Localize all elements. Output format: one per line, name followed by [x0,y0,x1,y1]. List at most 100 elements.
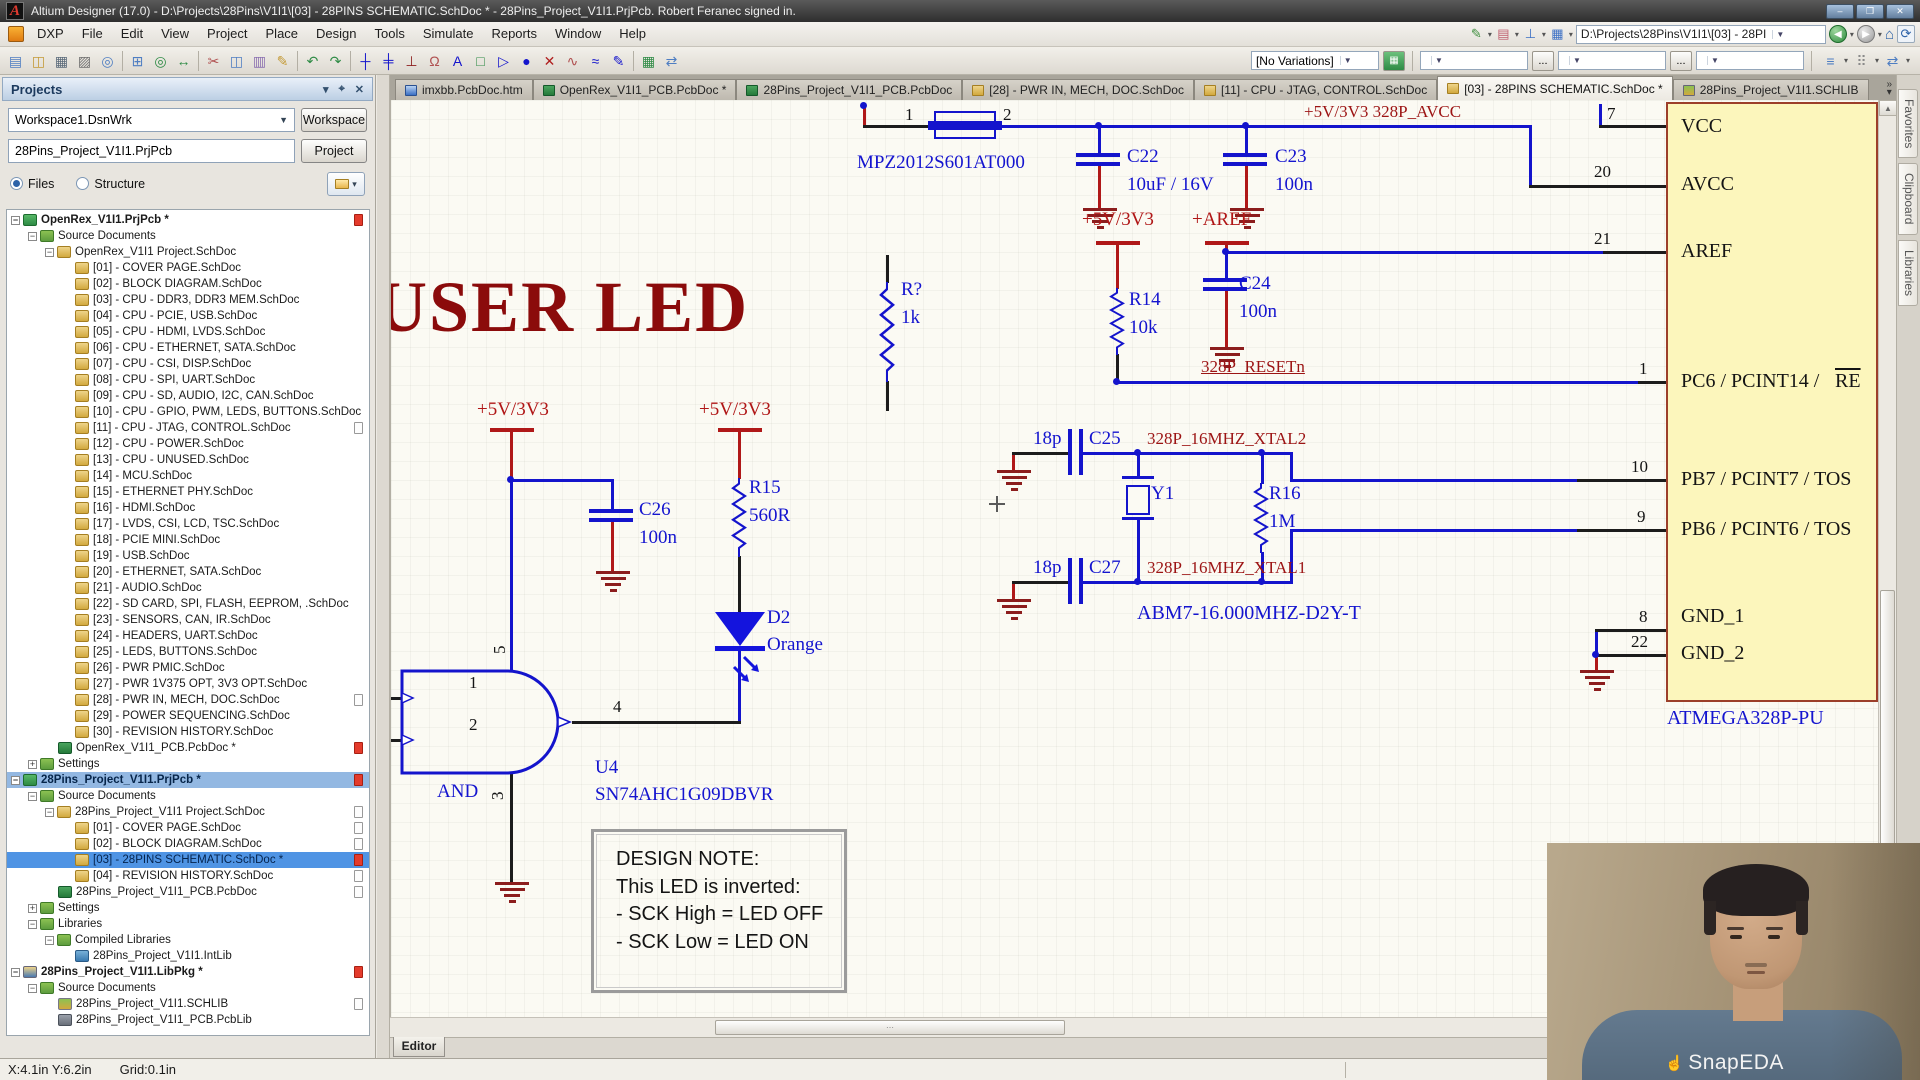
signal-icon[interactable]: ∿ [561,50,584,72]
collapse-icon[interactable]: − [45,808,54,817]
side-tab-clipboard[interactable]: Clipboard [1898,163,1918,234]
dxp-icon[interactable] [8,26,24,42]
doc-tab[interactable]: [28] - PWR IN, MECH, DOC.SchDoc [962,79,1194,100]
tree-item[interactable]: −Source Documents [7,228,369,244]
scope-combo-2[interactable]: ▼ [1558,51,1666,70]
tree-item[interactable]: [12] - CPU - POWER.SchDoc [7,436,369,452]
snap-grid-icon[interactable]: ⠿ [1850,50,1873,72]
menu-view[interactable]: View [152,22,198,46]
redo-icon[interactable]: ↷ [324,50,347,72]
chevron-down-icon[interactable]: ▾ [1906,56,1910,65]
tree-item[interactable]: [19] - USB.SchDoc [7,548,369,564]
tree-item[interactable]: [28] - PWR IN, MECH, DOC.SchDoc [7,692,369,708]
tree-item[interactable]: [02] - BLOCK DIAGRAM.SchDoc [7,836,369,852]
panel-splitter[interactable] [377,75,390,1058]
tree-item[interactable]: [14] - MCU.SchDoc [7,468,369,484]
junction-icon[interactable]: ● [515,50,538,72]
browse-button-2[interactable]: ... [1670,51,1692,71]
chevron-down-icon[interactable]: ▾ [1515,30,1519,39]
copy-icon[interactable]: ◫ [225,50,248,72]
no-erc-icon[interactable]: ✕ [538,50,561,72]
side-tab-libraries[interactable]: Libraries [1898,240,1918,306]
back-dropdown-icon[interactable]: ▾ [1850,30,1854,39]
tree-item[interactable]: −Compiled Libraries [7,932,369,948]
tree-item[interactable]: +Settings [7,756,369,772]
panel-menu-icon[interactable]: ▾ [323,83,329,96]
pin-icon[interactable]: ⌖ [339,83,345,96]
print-icon[interactable]: ▨ [73,50,96,72]
tree-item[interactable]: [20] - ETHERNET, SATA.SchDoc [7,564,369,580]
resistor-r16-symbol[interactable] [1253,483,1269,553]
forward-dropdown-icon[interactable]: ▾ [1878,30,1882,39]
browse-button-1[interactable]: ... [1532,51,1554,71]
maximize-button[interactable]: ❐ [1856,4,1884,19]
auto-wire-icon[interactable]: ≈ [584,50,607,72]
tree-item[interactable]: 28Pins_Project_V1I1.IntLib [7,948,369,964]
workspace-combo[interactable]: Workspace1.DsnWrk▼ [8,108,295,132]
crystal-y1-symbol[interactable] [1126,485,1150,515]
open-icon[interactable]: ◫ [27,50,50,72]
layers-icon[interactable]: ▤ [1494,26,1513,42]
menu-design[interactable]: Design [307,22,365,46]
structure-radio[interactable]: Structure [76,177,167,191]
menu-simulate[interactable]: Simulate [414,22,483,46]
pcb-variant-icon[interactable]: ▦ [1383,51,1405,71]
tree-item[interactable]: [04] - CPU - PCIE, USB.SchDoc [7,308,369,324]
tree-item[interactable]: [25] - LEDS, BUTTONS.SchDoc [7,644,369,660]
tree-item[interactable]: [22] - SD CARD, SPI, FLASH, EEPROM, .Sch… [7,596,369,612]
menu-tools[interactable]: Tools [366,22,414,46]
collapse-icon[interactable]: − [11,776,20,785]
editor-mode-tab[interactable]: Editor [393,1037,445,1057]
tree-item[interactable]: [07] - CPU - CSI, DISP.SchDoc [7,356,369,372]
doc-tab[interactable]: imxbb.PcbDoc.htm [395,79,533,100]
home-icon[interactable]: ⌂ [1885,26,1894,43]
horizontal-scrollbar-thumb[interactable]: ⋯ [715,1020,1065,1035]
menu-project[interactable]: Project [198,22,256,46]
cross-probe-icon[interactable]: ⇄ [660,50,683,72]
tree-item[interactable]: [24] - HEADERS, UART.SchDoc [7,628,369,644]
collapse-icon[interactable]: − [45,248,54,257]
menu-edit[interactable]: Edit [112,22,152,46]
variations-combo[interactable]: [No Variations]▼ [1251,51,1379,70]
minimize-button[interactable]: – [1826,4,1854,19]
tree-item[interactable]: −28Pins_Project_V1I1 Project.SchDoc [7,804,369,820]
document-path-combo[interactable]: D:\Projects\28Pins\V1I1\[03] - 28PI▼ [1576,25,1826,44]
ground-icon[interactable]: ⊥ [1521,26,1540,42]
chevron-down-icon[interactable]: ▾ [1488,30,1492,39]
collapse-icon[interactable]: − [11,216,20,225]
doc-tab[interactable]: 28Pins_Project_V1I1_PCB.PcbDoc [736,79,962,100]
doc-tab[interactable]: [11] - CPU - JTAG, CONTROL.SchDoc [1194,79,1437,100]
expand-icon[interactable]: + [28,760,37,769]
doc-tab[interactable]: [03] - 28PINS SCHEMATIC.SchDoc * [1437,76,1673,100]
and-gate-symbol[interactable] [399,665,589,780]
tree-item[interactable]: 28Pins_Project_V1I1_PCB.PcbLib [7,1012,369,1028]
collapse-icon[interactable]: − [11,968,20,977]
menu-file[interactable]: File [73,22,112,46]
net-label-icon[interactable]: A [446,50,469,72]
tree-item[interactable]: [15] - ETHERNET PHY.SchDoc [7,484,369,500]
tree-item[interactable]: 28Pins_Project_V1I1_PCB.PcbDoc [7,884,369,900]
collapse-icon[interactable]: − [45,936,54,945]
tree-item[interactable]: OpenRex_V1I1_PCB.PcbDoc * [7,740,369,756]
forward-button[interactable]: ▶ [1857,25,1875,43]
swap-icon[interactable]: ⇄ [1881,50,1904,72]
tree-item[interactable]: −28Pins_Project_V1I1.PrjPcb * [7,772,369,788]
zoom-width-icon[interactable]: ↔ [172,50,195,72]
resistor-r14-symbol[interactable] [1109,288,1125,355]
tree-item[interactable]: [04] - REVISION HISTORY.SchDoc [7,868,369,884]
capacitor-symbol[interactable] [1223,153,1267,171]
led-d2-symbol[interactable] [711,610,769,696]
tree-item[interactable]: [18] - PCIE MINI.SchDoc [7,532,369,548]
project-button[interactable]: Project [301,139,367,163]
tree-item[interactable]: [27] - PWR 1V375 OPT, 3V3 OPT.SchDoc [7,676,369,692]
tree-item[interactable]: [26] - PWR PMIC.SchDoc [7,660,369,676]
collapse-icon[interactable]: − [28,920,37,929]
tree-item[interactable]: [03] - 28PINS SCHEMATIC.SchDoc * [7,852,369,868]
scope-combo-3[interactable]: ▼ [1696,51,1804,70]
save-icon[interactable]: ▦ [50,50,73,72]
capacitor-symbol[interactable] [589,509,633,527]
chevron-down-icon[interactable]: ▾ [1569,30,1573,39]
grid-settings-icon[interactable]: ▦ [1548,26,1567,42]
power-port-icon[interactable]: ⊥ [400,50,423,72]
tree-item[interactable]: [11] - CPU - JTAG, CONTROL.SchDoc [7,420,369,436]
